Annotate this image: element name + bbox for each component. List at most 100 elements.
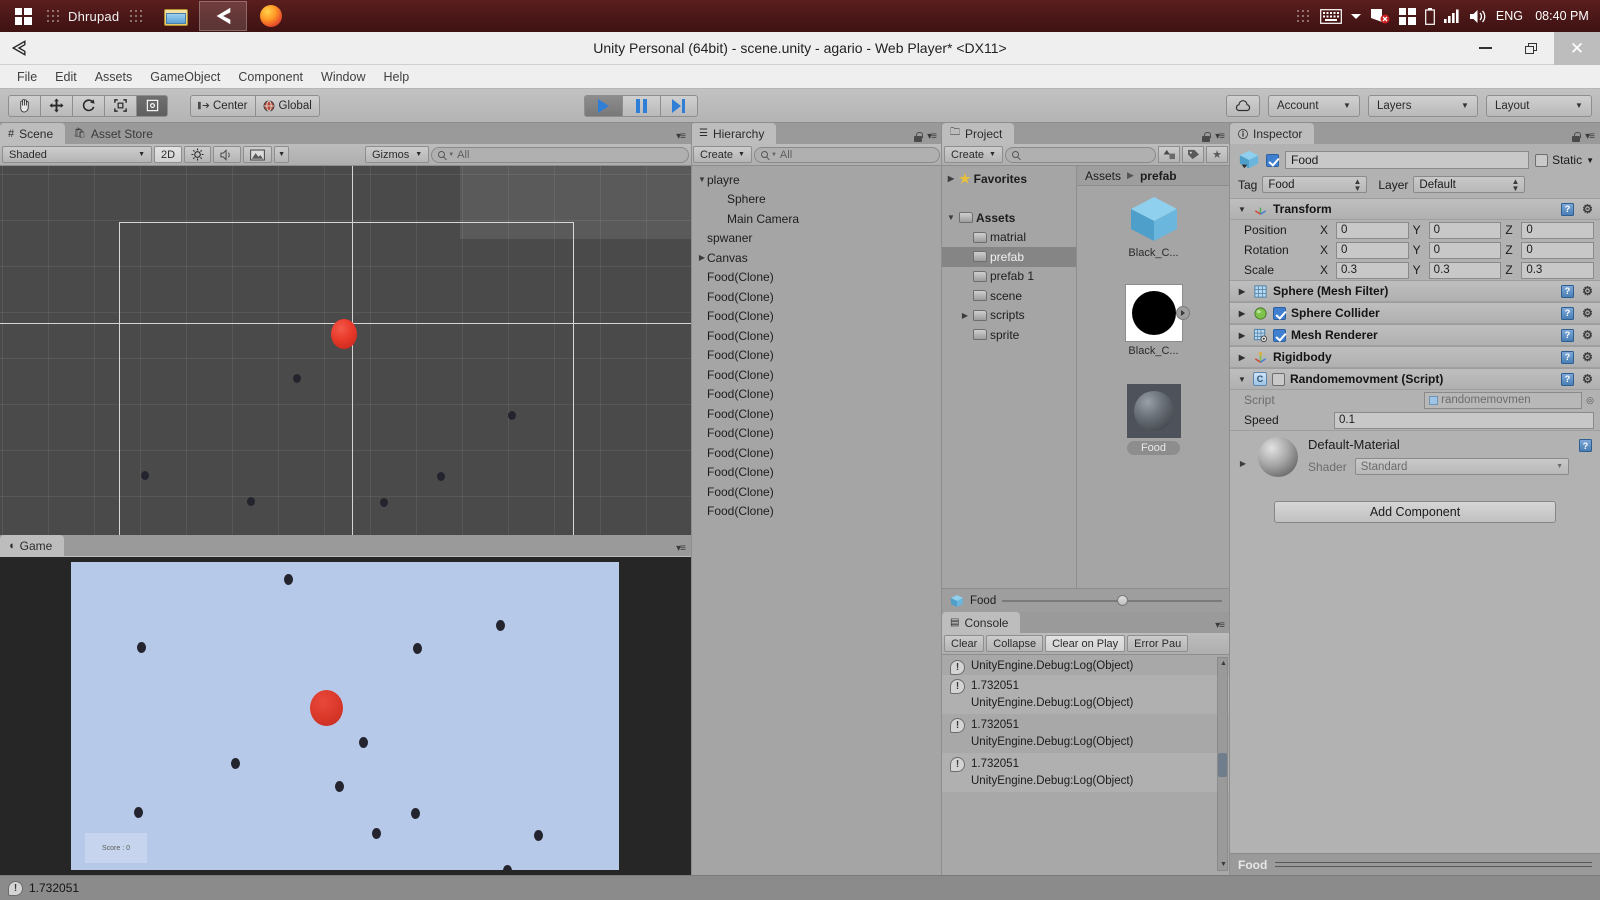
hierarchy-item[interactable]: Food(Clone): [691, 482, 942, 502]
chevron-down-icon[interactable]: ▼: [1236, 375, 1248, 384]
component-header[interactable]: ▶ Sphere Collider? ⚙: [1230, 302, 1600, 324]
help-icon[interactable]: ?: [1561, 284, 1574, 298]
scene-fx-dropdown[interactable]: ▼: [274, 146, 289, 163]
help-icon[interactable]: ?: [1561, 306, 1574, 320]
component-header[interactable]: ▶ Sphere (Mesh Filter)? ⚙: [1230, 280, 1600, 302]
scene-search-input[interactable]: ▼ All: [431, 146, 689, 163]
static-checkbox[interactable]: [1535, 153, 1549, 167]
scene-viewport[interactable]: [0, 166, 691, 535]
hierarchy-item[interactable]: ▶ Canvas: [691, 248, 942, 268]
panel-menu-icon[interactable]: ▾≡: [1215, 131, 1225, 142]
taskbar-grip-handle[interactable]: [46, 5, 60, 27]
project-tree-item[interactable]: ▼ Assets: [942, 208, 1076, 228]
volume-icon[interactable]: [1469, 0, 1487, 32]
console-scroll-thumb[interactable]: [1218, 753, 1227, 777]
layers-dropdown[interactable]: Layers ▼: [1367, 94, 1478, 117]
hierarchy-item[interactable]: Food(Clone): [691, 346, 942, 366]
step-button[interactable]: [659, 94, 698, 117]
asset-item-black-circle[interactable]: Black_C...: [1077, 284, 1230, 357]
hierarchy-search-input[interactable]: ▼ All: [753, 146, 940, 163]
menu-item-file[interactable]: File: [8, 65, 46, 89]
static-toggle[interactable]: Static ▼: [1535, 153, 1594, 167]
component-enabled-checkbox[interactable]: [1273, 306, 1286, 320]
hierarchy-item[interactable]: Food(Clone): [691, 424, 942, 444]
asset-item-cube-prefab[interactable]: Black_C...: [1077, 194, 1230, 259]
console-log-list[interactable]: ! UnityEngine.Debug:Log(Object)! 1.732051 U…: [942, 655, 1230, 875]
project-tree-item[interactable]: prefab 1: [942, 267, 1076, 287]
tray-grip[interactable]: [1297, 5, 1311, 27]
tab-console[interactable]: ▤ Console: [942, 612, 1021, 633]
hierarchy-item[interactable]: Food(Clone): [691, 463, 942, 483]
tag-dropdown[interactable]: Food ▲ ▼: [1262, 176, 1368, 193]
chevron-right-icon[interactable]: ▶: [1236, 309, 1248, 318]
network-error-icon[interactable]: [1370, 0, 1390, 32]
tab-asset-store[interactable]: 🛍 Asset Store: [65, 123, 165, 144]
project-folder-tree[interactable]: ▶ ★ Favorites ▼ Assets matrial prefab prefab 1 s…: [942, 166, 1077, 588]
windows-icon[interactable]: [1398, 0, 1416, 32]
minimize-button[interactable]: [1462, 32, 1508, 65]
gear-icon[interactable]: ⚙: [1581, 329, 1594, 342]
console-collapse-button[interactable]: Collapse: [986, 635, 1044, 652]
signal-icon[interactable]: [1443, 0, 1460, 32]
menu-item-window[interactable]: Window: [312, 65, 374, 89]
game-screen[interactable]: Score : 0: [71, 562, 619, 870]
taskbar-explorer-button[interactable]: [151, 1, 199, 31]
chevron-down-icon[interactable]: ▼: [1236, 205, 1248, 214]
numeric-input-z[interactable]: 0: [1521, 221, 1595, 239]
panel-divider-hierarchy-project[interactable]: [941, 123, 942, 875]
chevron-right-icon[interactable]: ▶: [1238, 459, 1248, 468]
console-log-row[interactable]: ! 1.732051 UnityEngine.Debug:Log(Object): [942, 675, 1230, 714]
game-viewport[interactable]: Score : 0: [0, 557, 691, 875]
shading-mode-dropdown[interactable]: Shaded ▼: [2, 146, 152, 163]
hierarchy-item[interactable]: Food(Clone): [691, 326, 942, 346]
numeric-input-x[interactable]: 0.3: [1336, 261, 1409, 279]
help-icon[interactable]: ?: [1561, 350, 1574, 364]
layout-dropdown[interactable]: Layout ▼: [1485, 94, 1592, 117]
layer-dropdown[interactable]: Default ▲ ▼: [1413, 176, 1526, 193]
hierarchy-item[interactable]: Food(Clone): [691, 307, 942, 327]
project-tree-item[interactable]: sprite: [942, 325, 1076, 345]
start-button[interactable]: [0, 0, 46, 32]
play-button[interactable]: [583, 94, 622, 117]
panel-menu-icon[interactable]: ▾≡: [676, 131, 686, 142]
account-dropdown[interactable]: Account ▼: [1267, 94, 1360, 117]
tab-inspector[interactable]: ⓘ Inspector: [1230, 123, 1315, 144]
scroll-up-icon[interactable]: ▲: [1219, 659, 1228, 668]
numeric-input-z[interactable]: 0: [1521, 241, 1595, 259]
help-icon[interactable]: ?: [1561, 328, 1574, 342]
chevron-up-icon[interactable]: [1350, 0, 1361, 32]
numeric-input-x[interactable]: 0: [1336, 221, 1409, 239]
expand-sprite-arrow[interactable]: [1175, 306, 1190, 320]
chevron-right-icon[interactable]: ▶: [1236, 287, 1248, 296]
tab-hierarchy[interactable]: ☰ Hierarchy: [691, 123, 777, 144]
component-header-transform[interactable]: ▼ Transform ? ⚙: [1230, 198, 1600, 220]
console-clear-on-play-button[interactable]: Clear on Play: [1045, 635, 1126, 652]
project-tree-item[interactable]: ▶ ★ Favorites: [942, 169, 1076, 189]
hierarchy-item[interactable]: Sphere: [691, 190, 942, 210]
lock-icon[interactable]: [1202, 131, 1211, 142]
component-header[interactable]: ▶ Rigidbody? ⚙: [1230, 346, 1600, 368]
toggle-2d-button[interactable]: 2D: [154, 146, 183, 163]
status-bar[interactable]: ! 1.732051: [0, 875, 1600, 900]
panel-menu-icon[interactable]: ▾≡: [927, 131, 937, 142]
favorites-button[interactable]: ★: [1206, 146, 1228, 163]
rect-tool-button[interactable]: [136, 94, 168, 117]
taskbar-unity-button[interactable]: [199, 1, 248, 31]
numeric-input-z[interactable]: 0.3: [1521, 261, 1595, 279]
panel-divider-project-inspector[interactable]: [1229, 123, 1230, 875]
hierarchy-item[interactable]: Food(Clone): [691, 404, 942, 424]
component-header[interactable]: ▶ Mesh Renderer? ⚙: [1230, 324, 1600, 346]
filter-by-type-button[interactable]: [1158, 146, 1180, 163]
taskbar-firefox-button[interactable]: [247, 1, 295, 31]
project-tree-item[interactable]: matrial: [942, 228, 1076, 248]
hand-tool-button[interactable]: [8, 94, 40, 117]
help-icon[interactable]: ?: [1561, 202, 1574, 216]
scene-player-sphere[interactable]: [331, 319, 357, 349]
taskbar-clock[interactable]: 08:40 PM: [1532, 9, 1592, 23]
console-log-row[interactable]: ! 1.732051 UnityEngine.Debug:Log(Object): [942, 753, 1230, 792]
panel-menu-icon[interactable]: ▾≡: [1215, 620, 1225, 631]
scroll-down-icon[interactable]: ▼: [1219, 860, 1228, 869]
asset-item-food-prefab[interactable]: Food: [1077, 384, 1230, 455]
space-mode-button[interactable]: Global: [254, 94, 320, 117]
object-active-checkbox[interactable]: [1266, 153, 1279, 167]
